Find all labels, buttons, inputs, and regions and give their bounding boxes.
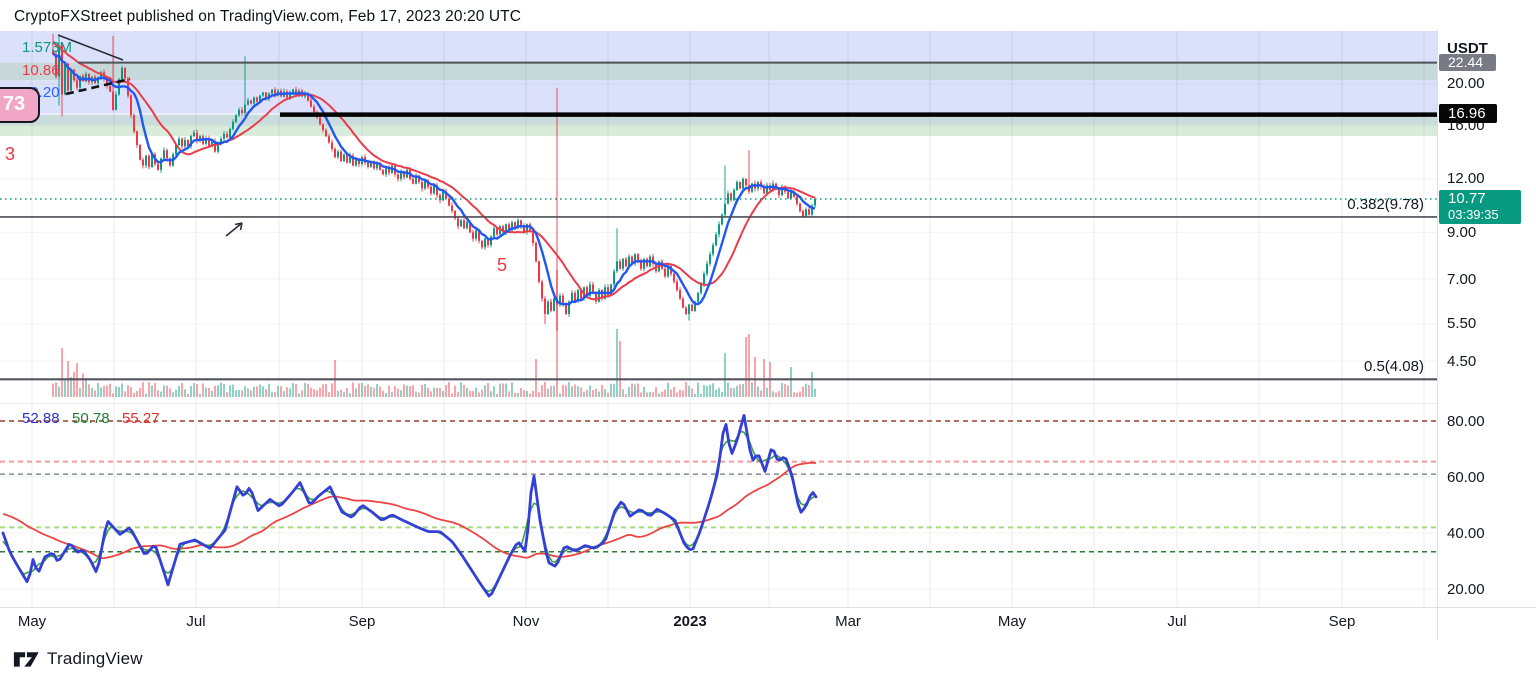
time-axis-label: Jul [1167,613,1187,630]
time-axis-label: May [997,613,1027,630]
price-callout-box: 73 [0,87,40,123]
price-tick-label: 20.00 [1447,75,1485,93]
time-axis-label: Sep [348,613,376,630]
time-axis-label: 2023 [673,613,707,630]
time-axis-label: May [17,613,47,630]
oscillator-value-red: 55.27 [122,410,160,427]
price-level-badge-mid: 16.96 [1439,104,1497,123]
tradingview-chart-screenshot: CryptoFXStreet published on TradingView.… [0,0,1536,681]
price-tick-label: 12.00 [1447,170,1485,188]
price-tick-label: 5.50 [1447,315,1477,333]
price-tick-label: 7.00 [1447,270,1477,288]
tradingview-logo-icon [13,652,39,667]
volume-legend-value: 1.573M [22,39,73,56]
current-price-value: 10.77 [1448,190,1486,207]
tradingview-brand-text: TradingView [47,649,143,668]
price-tick-label: 60.00 [1447,468,1485,486]
oscillator-value-green: 50.78 [72,410,110,427]
price-tick-label: 9.00 [1447,223,1477,241]
price-level-badge-upper: 22.44 [1439,54,1496,71]
price-tick-label: 4.50 [1447,352,1477,370]
price-tick-label: 20.00 [1447,580,1485,598]
time-axis-label: Sep [1328,613,1356,630]
oscillator-value-blue: 52.88 [22,410,60,427]
chart-canvas[interactable] [0,0,1536,681]
current-price-badge: 10.77 03:39:35 [1439,190,1521,224]
bar-countdown: 03:39:35 [1448,207,1499,222]
fib-05-label: 0.5(4.08) [1363,358,1424,375]
time-axis-label: Nov [512,613,540,630]
time-axis-label: Mar [835,613,861,630]
price-tick-label: 40.00 [1447,524,1485,542]
elliott-wave-3-label: 3 [5,144,16,164]
fib-0382-label: 0.382(9.78) [1347,196,1424,213]
tradingview-branding[interactable]: TradingView [13,649,143,669]
elliott-wave-5-label: 5 [497,255,508,275]
price-tick-label: 80.00 [1447,412,1485,430]
time-axis-label: Jul [186,613,206,630]
ma-slow-legend-value: 10.86 [22,62,60,79]
